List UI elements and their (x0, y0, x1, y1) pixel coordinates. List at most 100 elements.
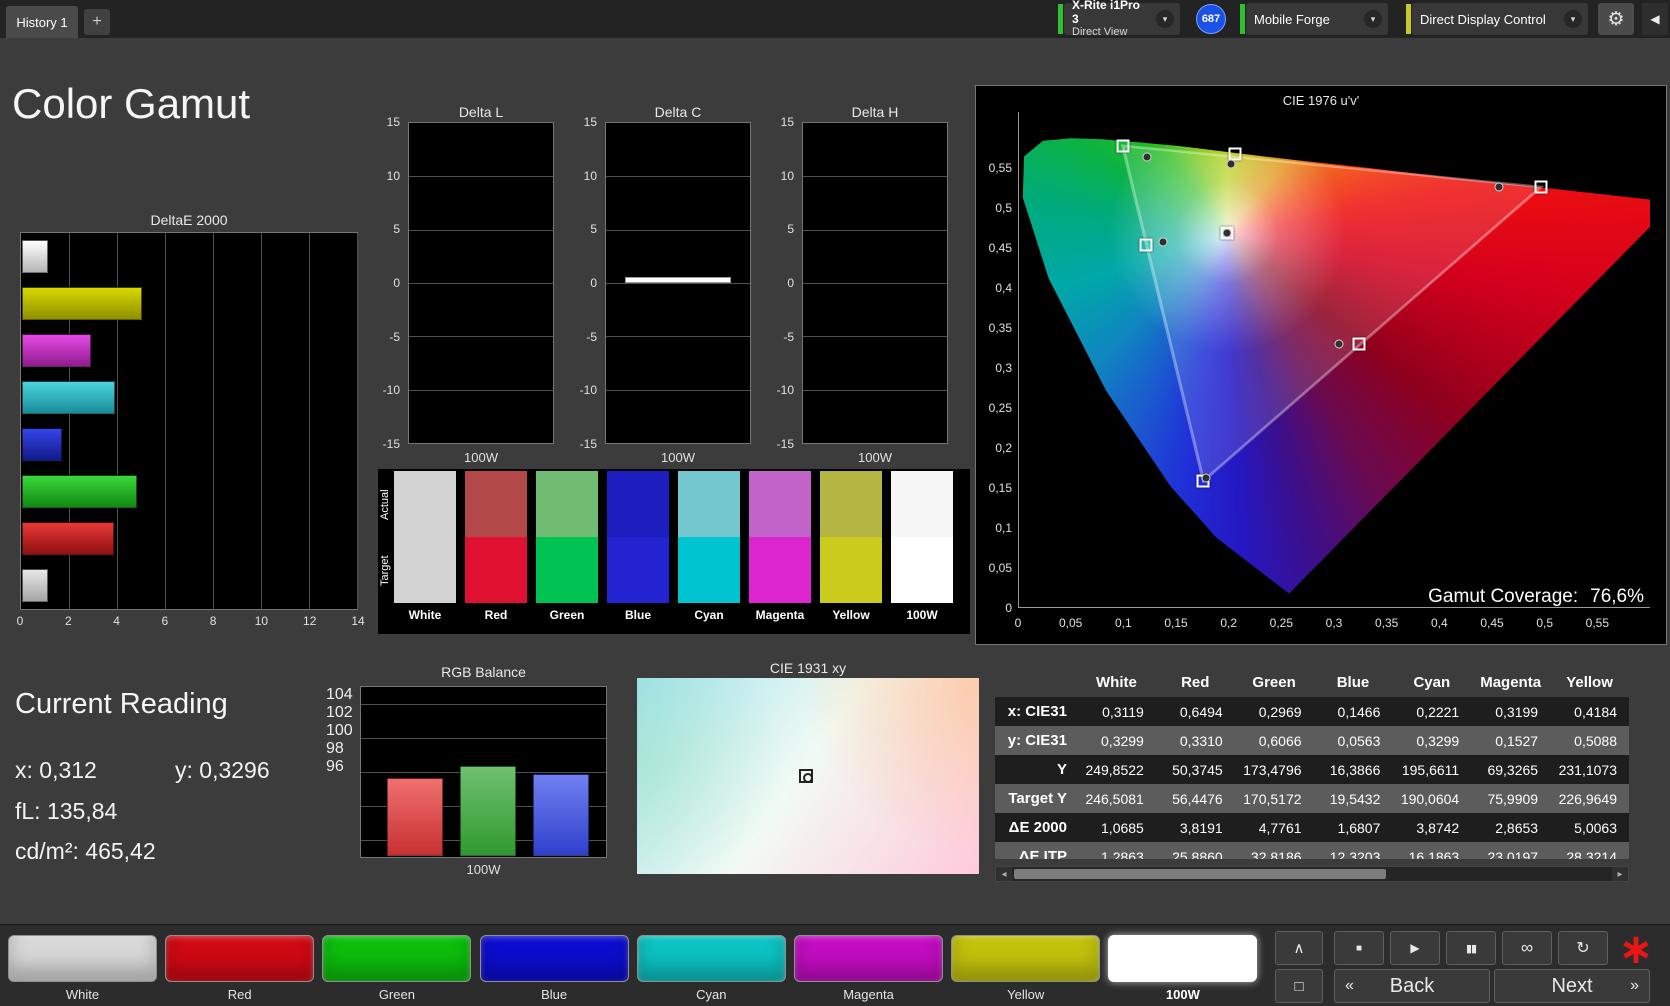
table-cell: 32,8186 (1250, 848, 1302, 860)
table-cell: 4,7761 (1258, 819, 1302, 836)
scroll-left-icon[interactable]: ◂ (996, 867, 1012, 881)
source-name: Mobile Forge (1254, 11, 1330, 27)
gamut-coverage: Gamut Coverage: 76,6% (1428, 586, 1644, 608)
axis-tick-label: 0 (590, 276, 597, 290)
target-swatch (820, 537, 882, 603)
target-marker-red (1534, 180, 1548, 194)
gamut-coverage-value: 76,6% (1590, 586, 1644, 607)
source-dropdown[interactable]: Mobile Forge ▾ (1246, 3, 1388, 35)
delta-l-chart: Delta L 15 10 5 0 -5 -10 -15 100W (360, 104, 554, 466)
actual-swatch (820, 471, 882, 537)
delta-l-plot (408, 122, 554, 444)
gridline (409, 336, 553, 338)
axis-tick-label: -15 (776, 437, 794, 451)
patch-button-white[interactable]: White (8, 935, 157, 1002)
target-marker-cyan (1139, 238, 1153, 252)
deltae-bar-100w (22, 569, 48, 602)
target-swatch (678, 537, 740, 603)
table-scrollbar[interactable]: ◂ ▸ (995, 866, 1629, 882)
target-marker-green (1116, 139, 1130, 153)
pause-button[interactable]: ▮▮ (1446, 931, 1496, 965)
meter-count-badge[interactable]: 687 (1196, 4, 1226, 34)
tab-history-1[interactable]: History 1 (6, 6, 78, 38)
table-cell: 2,8653 (1495, 819, 1539, 836)
patch-button-blue[interactable]: Blue (479, 935, 629, 1002)
table-cell: 0,0563 (1337, 732, 1381, 749)
patch-label: Green (378, 987, 415, 1002)
actual-swatch (749, 471, 811, 537)
axis-tick-label: 0,35 (988, 320, 1012, 335)
settings-button[interactable]: ⚙ (1598, 3, 1634, 35)
axis-tick-label: 0,2 (1220, 616, 1237, 630)
table-row: y: CIE31 0,3299 0,3310 0,6066 0,0563 0,3299 0,… (995, 726, 1629, 755)
gridline (409, 229, 553, 231)
measured-point-cyan (1158, 237, 1168, 247)
loop-button[interactable]: ↻ (1558, 931, 1608, 965)
patch-button-red[interactable]: Red (165, 935, 315, 1002)
chevron-down-icon[interactable]: ▾ (1364, 10, 1382, 28)
add-tab-button[interactable]: + (84, 9, 110, 35)
scrollbar-thumb[interactable] (1014, 869, 1386, 879)
patch-button-green[interactable]: Green (322, 935, 472, 1002)
gamut-coverage-label: Gamut Coverage: (1428, 586, 1579, 607)
patch-label: White (65, 987, 100, 1002)
patch-button-yellow[interactable]: Yellow (951, 935, 1101, 1002)
collapse-panel-button[interactable]: ◀ (1642, 3, 1668, 35)
rgb-bar-blue (533, 774, 589, 856)
delta-l-xlabel: 100W (464, 450, 498, 465)
swatch-label: Cyan (694, 608, 724, 622)
next-button[interactable]: Next » (1494, 969, 1650, 1003)
patch-label: Magenta (843, 987, 894, 1002)
cie1976-title: CIE 1976 u'v' (1282, 93, 1360, 108)
target-marker-magenta (1352, 337, 1366, 351)
meter-mode: Direct View (1072, 26, 1128, 39)
play-icon: ▶ (1410, 941, 1420, 955)
meter-dropdown[interactable]: X-Rite i1Pro 3 Direct View ▾ (1064, 0, 1180, 38)
gridline (357, 233, 358, 609)
swatch-column-green: Green (536, 471, 598, 627)
patch-button-100w[interactable]: 100W (1108, 935, 1258, 1002)
deltae-bar-white (22, 240, 48, 273)
rgb-plot (360, 686, 607, 858)
deltae-bar-magenta (22, 334, 91, 367)
axis-tick-label: 0,45 (1480, 616, 1504, 630)
patch-button-magenta[interactable]: Magenta (794, 935, 943, 1002)
display-control-dropdown[interactable]: Direct Display Control ▾ (1412, 3, 1588, 35)
axis-tick-label: 2 (64, 614, 72, 628)
axis-tick-label: 104 (326, 686, 353, 703)
play-button[interactable]: ▶ (1390, 931, 1440, 965)
results-table: White Red Green Blue Cyan Magenta Yellow x: CI… (995, 667, 1629, 859)
expand-panel-button[interactable]: ∧ (1275, 931, 1323, 965)
swatch-column-yellow: Yellow (820, 471, 882, 627)
continuous-read-button[interactable]: ∞ (1502, 931, 1552, 965)
axis-tick-label: 15 (386, 115, 400, 129)
stop-button[interactable]: ■ (1334, 931, 1384, 965)
patch-label: Blue (541, 987, 568, 1002)
axis-tick-label: 0 (787, 276, 794, 290)
abort-asterisk-icon[interactable]: ∗ (1616, 925, 1656, 972)
delta-c-yaxis: 15 10 5 0 -5 -10 -15 (561, 115, 601, 451)
patch-button-cyan[interactable]: Cyan (636, 935, 786, 1002)
target-swatch (536, 537, 598, 603)
page-title: Color Gamut (12, 80, 251, 127)
chevron-down-icon[interactable]: ▾ (1156, 10, 1174, 28)
cie-plot (1018, 112, 1650, 608)
top-bar: History 1 + X-Rite i1Pro 3 Direct View ▾… (0, 0, 1670, 38)
axis-tick-label: 5 (393, 222, 400, 237)
gridline (361, 704, 606, 705)
column-header-magenta: Magenta (1471, 667, 1551, 697)
deltae-bar-red (22, 522, 114, 555)
swatch-label: Blue (624, 608, 651, 622)
target-swatch (749, 537, 811, 603)
current-reading-heading: Current Reading (15, 688, 228, 720)
meter-name: X-Rite i1Pro 3 (1072, 0, 1141, 26)
gridline (213, 233, 214, 609)
window-pattern-button[interactable]: □ (1275, 969, 1323, 1003)
axis-tick-label: 8 (209, 614, 217, 628)
axis-tick-label: 0,4 (995, 281, 1012, 295)
chevron-down-icon[interactable]: ▾ (1564, 10, 1582, 28)
back-button[interactable]: « Back (1334, 969, 1490, 1003)
swatch-label: Green (549, 608, 585, 622)
table-cell: 0,1466 (1337, 703, 1381, 720)
scroll-right-icon[interactable]: ▸ (1612, 867, 1628, 881)
